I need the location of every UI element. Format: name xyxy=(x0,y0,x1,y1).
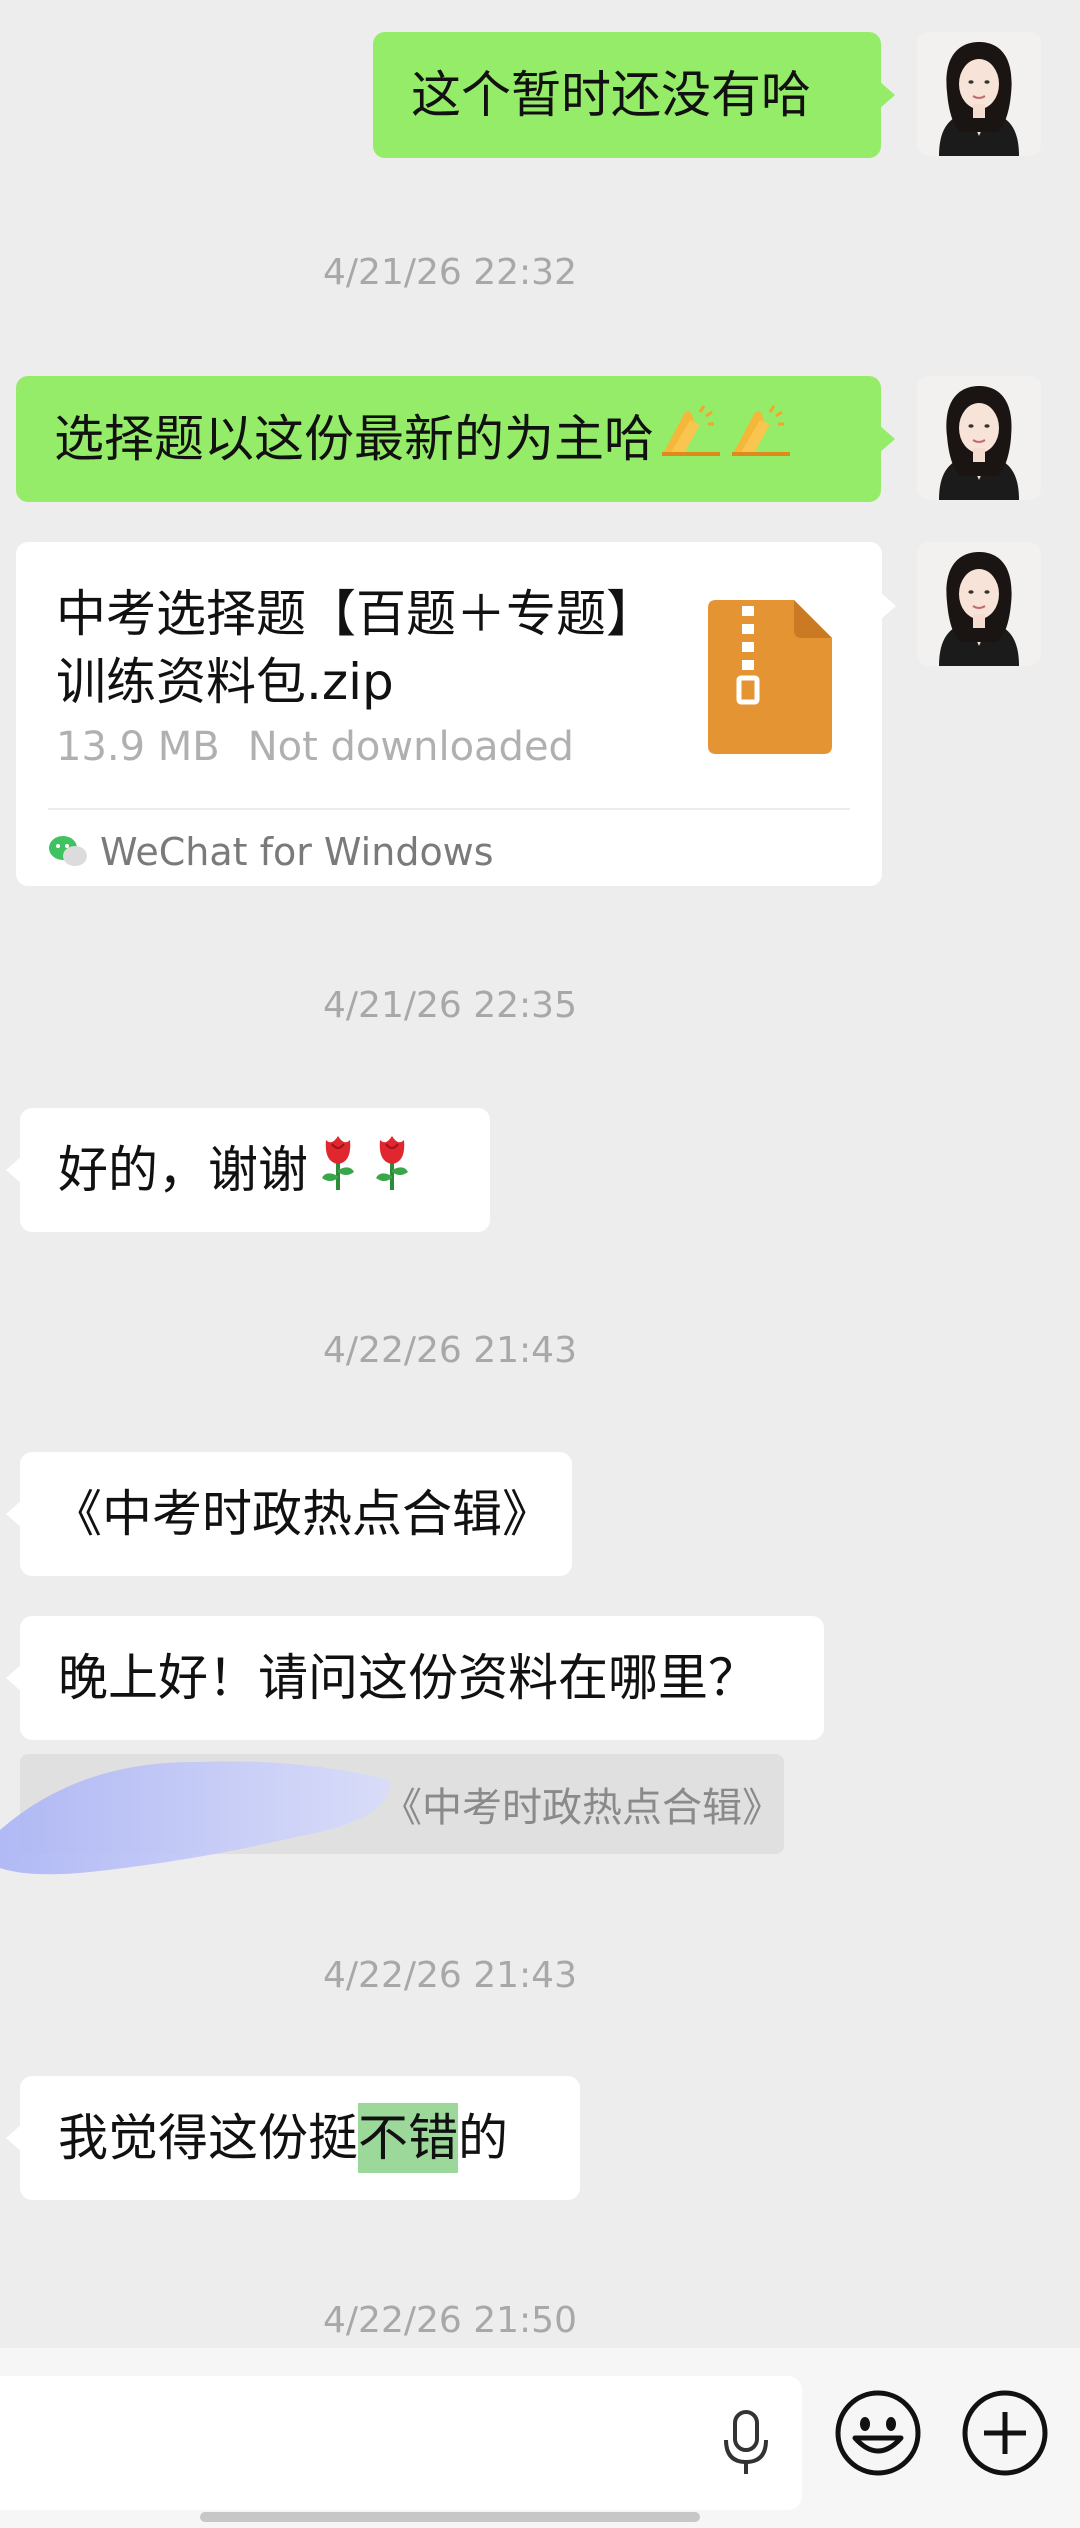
input-bar xyxy=(0,2348,1080,2528)
file-source: WeChat for Windows xyxy=(48,824,494,880)
file-status: Not downloaded xyxy=(247,724,574,770)
zip-file-icon xyxy=(708,600,832,758)
message-text: 选择题以这份最新的为主哈 xyxy=(54,410,654,468)
sent-message-bubble[interactable]: 这个暂时还没有哈 xyxy=(373,32,895,158)
folded-hands-emoji-icon xyxy=(730,402,794,476)
message-text: 《中考时政热点合辑》 xyxy=(52,1485,552,1543)
plus-icon[interactable] xyxy=(960,2388,1050,2482)
received-message-bubble[interactable]: 好的，谢谢 xyxy=(6,1108,490,1232)
user-avatar[interactable] xyxy=(917,542,1041,666)
folded-hands-emoji-icon xyxy=(660,402,724,476)
message-text: 好的，谢谢 xyxy=(58,1141,308,1199)
timestamp: 4/21/26 22:35 xyxy=(323,985,577,1026)
message-text: 的 xyxy=(458,2109,508,2167)
received-message-bubble[interactable]: 晚上好！请问这份资料在哪里？ xyxy=(6,1616,824,1740)
message-text: 我觉得这份挺 xyxy=(58,2109,358,2167)
redaction-scribble xyxy=(0,1761,391,1875)
user-avatar[interactable] xyxy=(917,376,1041,500)
emoji-face-icon[interactable] xyxy=(833,2388,923,2482)
rose-emoji-icon xyxy=(314,1130,362,1210)
wechat-logo-icon xyxy=(48,834,88,870)
message-input[interactable] xyxy=(0,2376,802,2510)
sent-message-bubble[interactable]: 选择题以这份最新的为主哈 xyxy=(16,376,895,502)
timestamp: 4/21/26 22:32 xyxy=(323,252,577,293)
rose-emoji-icon xyxy=(368,1130,416,1210)
divider xyxy=(48,808,850,810)
timestamp: 4/22/26 21:43 xyxy=(323,1330,577,1371)
file-message-card[interactable]: 中考选择题【百题＋专题】训练资料包.zip 13.9 MB Not downloa… xyxy=(16,542,896,886)
quote-text: 《中考时政热点合辑》 xyxy=(382,1785,782,1831)
home-indicator xyxy=(200,2512,700,2522)
file-name: 中考选择题【百题＋专题】训练资料包.zip xyxy=(56,585,656,711)
message-text: 晚上好！请问这份资料在哪里？ xyxy=(58,1649,758,1707)
timestamp: 4/22/26 21:43 xyxy=(323,1955,577,1996)
source-label: WeChat for Windows xyxy=(100,830,494,874)
received-message-bubble[interactable]: 《中考时政热点合辑》 xyxy=(6,1452,572,1576)
timestamp: 4/22/26 21:50 xyxy=(323,2300,577,2341)
user-avatar[interactable] xyxy=(917,32,1041,156)
message-text: 这个暂时还没有哈 xyxy=(411,66,811,124)
file-meta: 13.9 MB Not downloaded xyxy=(56,724,574,770)
microphone-icon[interactable] xyxy=(716,2408,776,2482)
received-message-bubble[interactable]: 我觉得这份挺 不错的 xyxy=(6,2076,580,2200)
highlighted-text: 不错 xyxy=(358,2103,458,2173)
file-size: 13.9 MB xyxy=(56,724,220,770)
